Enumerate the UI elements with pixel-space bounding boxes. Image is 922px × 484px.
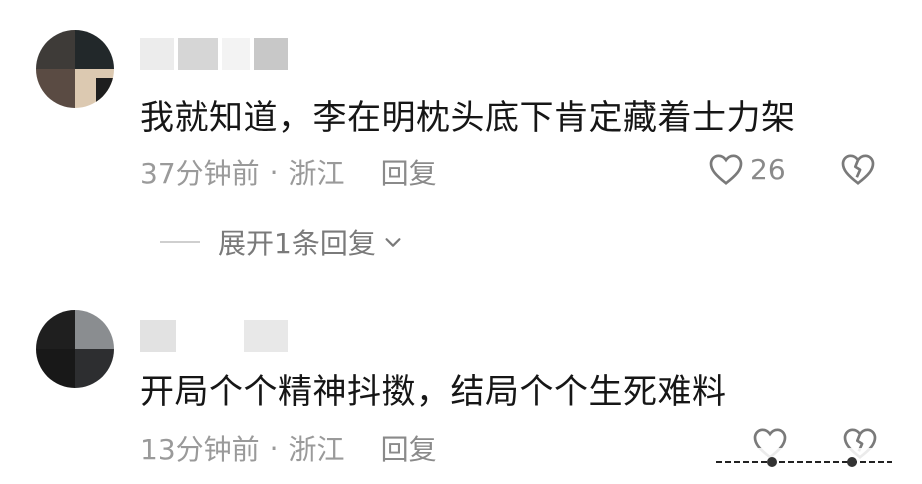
like-count: 26 [750, 152, 786, 186]
comment-meta: 37分钟前 · 浙江 回复 [140, 152, 437, 192]
avatar[interactable] [36, 30, 114, 108]
dislike-button[interactable] [840, 152, 876, 190]
comment-meta: 13分钟前 · 浙江 回复 [140, 428, 437, 468]
comment-text: 开局个个精神抖擞，结局个个生死难料 [140, 372, 727, 412]
broken-heart-icon [841, 154, 875, 185]
divider-line [160, 241, 200, 243]
chevron-down-icon [385, 238, 401, 247]
comment-time: 13分钟前 [140, 433, 260, 466]
avatar[interactable] [36, 310, 114, 388]
expand-replies-button[interactable]: 展开1条回复 [160, 222, 404, 262]
expand-replies-label: 展开1条回复 [218, 227, 376, 260]
comment-time: 37分钟前 [140, 157, 260, 190]
comment-text: 我就知道，李在明枕头底下肯定藏着士力架 [140, 98, 796, 138]
reply-button[interactable]: 回复 [381, 428, 437, 468]
username-blurred[interactable] [140, 318, 292, 354]
comment-location: 浙江 [288, 433, 345, 466]
like-button[interactable]: 26 [708, 152, 786, 186]
comment-location: 浙江 [288, 157, 345, 190]
username-blurred[interactable] [140, 36, 292, 72]
heart-outline-icon [709, 154, 743, 185]
watermark-image [712, 448, 902, 472]
reply-button[interactable]: 回复 [381, 152, 437, 192]
meta-separator: · [269, 431, 279, 465]
comment-list: 我就知道，李在明枕头底下肯定藏着士力架 37分钟前 · 浙江 回复 26 展开1… [0, 0, 922, 484]
meta-separator: · [269, 155, 279, 189]
